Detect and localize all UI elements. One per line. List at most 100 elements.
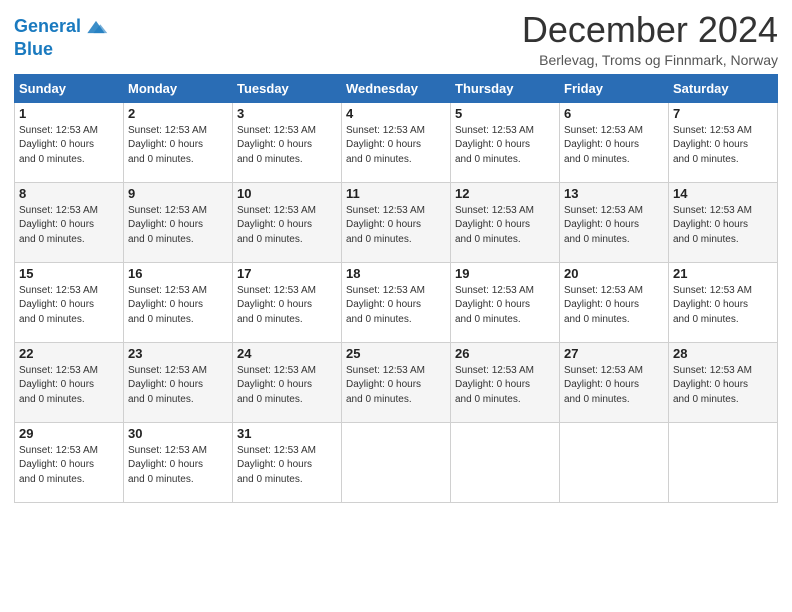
table-row: 28 Sunset: 12:53 AMDaylight: 0 hoursand 0… [669,342,778,422]
day-number: 14 [673,186,773,201]
table-row [451,422,560,502]
day-info: Sunset: 12:53 AMDaylight: 0 hoursand 0 m… [237,204,337,248]
day-number: 23 [128,346,228,361]
day-number: 18 [346,266,446,281]
day-number: 17 [237,266,337,281]
table-row: 27Sunset: 12:53 AMDaylight: 0 hoursand 0… [560,342,669,422]
col-sunday: Sunday [15,74,124,102]
day-number: 19 [455,266,555,281]
col-tuesday: Tuesday [233,74,342,102]
day-info: Sunset: 12:53 AMDaylight: 0 hoursand 0 m… [564,284,664,328]
table-row: 20Sunset: 12:53 AMDaylight: 0 hoursand 0… [560,262,669,342]
day-info: Sunset: 12:53 AMDaylight: 0 hoursand 0 m… [19,284,119,328]
day-number: 6 [564,106,664,121]
table-row: 18 Sunset: 12:53 AMDaylight: 0 hoursand 0… [342,262,451,342]
day-number: 10 [237,186,337,201]
day-info: Sunset: 12:53 AMDaylight: 0 hoursand 0 m… [346,124,446,168]
table-row: 3Sunset: 12:53 AMDaylight: 0 hoursand 0 … [233,102,342,182]
day-info: Sunset: 12:53 AMDaylight: 0 hoursand 0 m… [346,204,446,248]
day-number: 15 [19,266,119,281]
logo-blue-text: Blue [14,40,109,60]
day-number: 16 [128,266,228,281]
day-info: Sunset: 12:53 AMDaylight: 0 hoursand 0 m… [673,284,773,328]
day-number: 4 [346,106,446,121]
day-info: Sunset: 12:53 AMDaylight: 0 hoursand 0 m… [237,284,337,328]
table-row: 29 Sunset: 12:53 AMDaylight: 0 hoursand 0… [15,422,124,502]
table-row: 22 Sunset: 12:53 AMDaylight: 0 hoursand 0… [15,342,124,422]
table-row: 16 Sunset: 12:53 AMDaylight: 0 hoursand 0… [124,262,233,342]
table-row: 14 Sunset: 12:53 AMDaylight: 0 hoursand 0… [669,182,778,262]
page: General Blue December 2024 Berlevag, Tro… [0,0,792,612]
logo-icon [83,14,109,40]
table-row: 12 Sunset: 12:53 AMDaylight: 0 hoursand 0… [451,182,560,262]
table-row: 26 Sunset: 12:53 AMDaylight: 0 hoursand 0… [451,342,560,422]
day-info: Sunset: 12:53 AMDaylight: 0 hoursand 0 m… [346,284,446,328]
day-number: 28 [673,346,773,361]
logo: General Blue [14,14,109,60]
day-info: Sunset: 12:53 AMDaylight: 0 hoursand 0 m… [19,124,119,168]
day-number: 1 [19,106,119,121]
day-number: 13 [564,186,664,201]
day-info: Sunset: 12:53 AMDaylight: 0 hoursand 0 m… [455,284,555,328]
day-info: Sunset: 12:53 AMDaylight: 0 hoursand 0 m… [19,444,119,488]
table-row: 25 Sunset: 12:53 AMDaylight: 0 hoursand 0… [342,342,451,422]
day-number: 25 [346,346,446,361]
day-info: Sunset: 12:53 AMDaylight: 0 hoursand 0 m… [673,364,773,408]
table-row [342,422,451,502]
day-number: 22 [19,346,119,361]
col-wednesday: Wednesday [342,74,451,102]
day-info: Sunset: 12:53 AMDaylight: 0 hoursand 0 m… [128,284,228,328]
day-number: 8 [19,186,119,201]
day-info: Sunset: 12:53 AMDaylight: 0 hoursand 0 m… [19,204,119,248]
table-row: 6 Sunset: 12:53 AMDaylight: 0 hoursand 0 … [560,102,669,182]
day-number: 3 [237,106,337,121]
day-info: Sunset: 12:53 AMDaylight: 0 hoursand 0 m… [237,364,337,408]
day-number: 5 [455,106,555,121]
day-number: 24 [237,346,337,361]
location: Berlevag, Troms og Finnmark, Norway [522,52,778,68]
day-info: Sunset: 12:53 AMDaylight: 0 hoursand 0 m… [346,364,446,408]
day-info: Sunset: 12:53 AMDaylight: 0 hoursand 0 m… [673,124,773,168]
day-info: Sunset: 12:53 AMDaylight: 0 hoursand 0 m… [128,444,228,488]
table-row: 17 Sunset: 12:53 AMDaylight: 0 hoursand 0… [233,262,342,342]
day-number: 2 [128,106,228,121]
day-info: Sunset: 12:53 AMDaylight: 0 hoursand 0 m… [564,204,664,248]
day-info: Sunset: 12:53 AMDaylight: 0 hoursand 0 m… [673,204,773,248]
day-number: 7 [673,106,773,121]
day-info: Sunset: 12:53 AMDaylight: 0 hoursand 0 m… [128,364,228,408]
table-row: 5 Sunset: 12:53 AMDaylight: 0 hoursand 0 … [451,102,560,182]
table-row: 23 Sunset: 12:53 AMDaylight: 0 hoursand 0… [124,342,233,422]
day-info: Sunset: 12:53 AMDaylight: 0 hoursand 0 m… [564,124,664,168]
header: General Blue December 2024 Berlevag, Tro… [14,10,778,68]
day-info: Sunset: 12:53 AMDaylight: 0 hoursand 0 m… [128,124,228,168]
day-number: 12 [455,186,555,201]
day-number: 29 [19,426,119,441]
day-info: Sunset: 12:53 AMDaylight: 0 hoursand 0 m… [455,124,555,168]
day-number: 11 [346,186,446,201]
col-saturday: Saturday [669,74,778,102]
calendar-table: Sunday Monday Tuesday Wednesday Thursday… [14,74,778,503]
day-number: 21 [673,266,773,281]
day-info: Sunset: 12:53 AMDaylight: 0 hoursand 0 m… [455,364,555,408]
col-monday: Monday [124,74,233,102]
table-row: 9 Sunset: 12:53 AMDaylight: 0 hoursand 0 … [124,182,233,262]
day-info: Sunset: 12:53 AMDaylight: 0 hoursand 0 m… [455,204,555,248]
table-row: 10 Sunset: 12:53 AMDaylight: 0 hoursand 0… [233,182,342,262]
day-info: Sunset: 12:53 AMDaylight: 0 hoursand 0 m… [128,204,228,248]
table-row: 11 Sunset: 12:53 AMDaylight: 0 hoursand 0… [342,182,451,262]
day-number: 9 [128,186,228,201]
table-row: 1 Sunset: 12:53 AMDaylight: 0 hoursand 0 … [15,102,124,182]
table-row: 15 Sunset: 12:53 AMDaylight: 0 hoursand 0… [15,262,124,342]
header-row: Sunday Monday Tuesday Wednesday Thursday… [15,74,778,102]
table-row: 13 Sunset: 12:53 AMDaylight: 0 hoursand 0… [560,182,669,262]
col-thursday: Thursday [451,74,560,102]
table-row: 7 Sunset: 12:53 AMDaylight: 0 hoursand 0 … [669,102,778,182]
day-info: Sunset: 12:53 AMDaylight: 0 hoursand 0 m… [237,444,337,488]
table-row: 4 Sunset: 12:53 AMDaylight: 0 hoursand 0 … [342,102,451,182]
month-title: December 2024 [522,10,778,50]
day-number: 26 [455,346,555,361]
table-row: 30 Sunset: 12:53 AMDaylight: 0 hoursand 0… [124,422,233,502]
day-number: 30 [128,426,228,441]
day-info: Sunset: 12:53 AMDaylight: 0 hoursand 0 m… [19,364,119,408]
table-row: 8 Sunset: 12:53 AMDaylight: 0 hoursand 0 … [15,182,124,262]
